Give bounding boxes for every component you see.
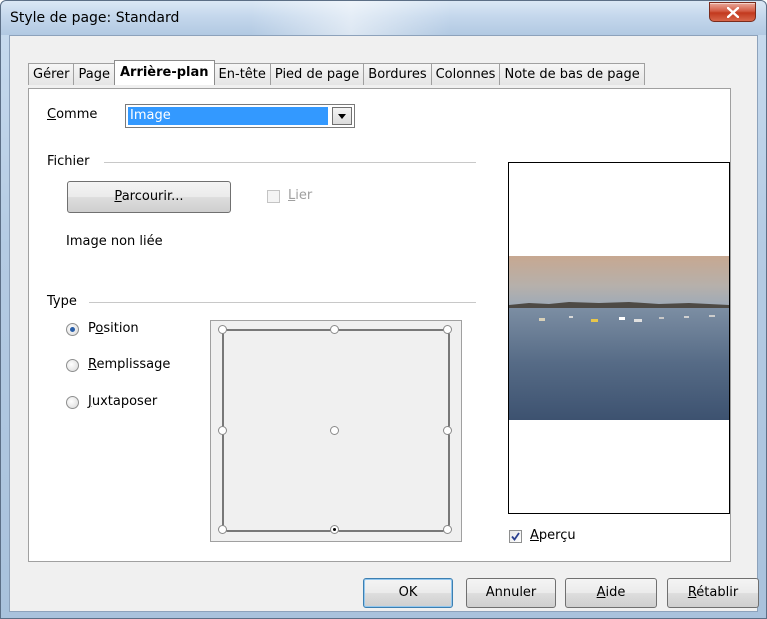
title-bar-shine (251, 1, 451, 35)
pos-top-right[interactable] (443, 325, 452, 334)
radio-fill-label: Remplissage (88, 357, 171, 372)
dropdown-arrow-icon (338, 113, 346, 119)
pos-middle-right[interactable] (443, 426, 452, 435)
radio-position-label: Position (88, 321, 139, 336)
position-selector[interactable] (210, 320, 462, 542)
browse-button[interactable]: Parcourir... (67, 181, 231, 213)
as-combobox[interactable]: Image (125, 104, 355, 128)
radio-tile-label: Juxtaposer (88, 394, 158, 409)
combobox-dropdown-button[interactable] (332, 107, 352, 125)
link-label: Lier (288, 188, 313, 203)
pos-bottom-right[interactable] (443, 525, 452, 534)
dialog-title: Style de page: Standard (10, 10, 180, 26)
radio-position-dot (70, 327, 75, 332)
preview-checkbox[interactable] (509, 530, 522, 543)
checkmark-icon (511, 532, 520, 541)
tab-colonnes[interactable]: Colonnes (430, 63, 501, 85)
reset-button[interactable]: Rétablir (667, 578, 759, 608)
type-group-title: Type (47, 294, 77, 309)
link-checkbox[interactable] (267, 190, 280, 203)
tab-gerer[interactable]: Gérer (28, 63, 75, 85)
pos-middle-center[interactable] (330, 426, 339, 435)
close-button[interactable] (709, 2, 756, 22)
as-combobox-value: Image (128, 107, 328, 125)
pos-bottom-left[interactable] (218, 525, 227, 534)
tab-en-tete[interactable]: En-tête (213, 63, 271, 85)
pos-bottom-center[interactable] (330, 525, 339, 534)
title-bar[interactable]: Style de page: Standard (1, 1, 766, 35)
tab-bordures[interactable]: Bordures (363, 63, 432, 85)
tab-note-de-bas-de-page[interactable]: Note de bas de page (499, 63, 645, 85)
tab-arriere-plan[interactable]: Arrière-plan (113, 60, 215, 85)
ok-button[interactable]: OK (363, 578, 453, 608)
landscape-preview-image (509, 256, 729, 420)
preview-checkbox-label: Aperçu (530, 528, 576, 543)
pos-bottom-center-dot (333, 528, 336, 531)
radio-fill[interactable] (66, 359, 79, 372)
file-group-title: Fichier (47, 154, 90, 169)
as-label: Comme (47, 107, 98, 122)
pos-middle-left[interactable] (218, 426, 227, 435)
close-icon (726, 6, 739, 18)
help-button[interactable]: Aide (565, 578, 657, 608)
radio-position[interactable] (66, 323, 79, 336)
type-group-divider (89, 302, 476, 303)
preview-frame (508, 162, 730, 514)
file-status-text: Image non liée (66, 234, 163, 249)
tab-page[interactable]: Page (73, 63, 115, 85)
pos-top-center[interactable] (330, 325, 339, 334)
tab-pied-de-page[interactable]: Pied de page (269, 63, 365, 85)
file-group-divider (104, 162, 476, 163)
tab-bar: Gérer Page Arrière-plan En-tête Pied de … (28, 60, 645, 85)
radio-tile[interactable] (66, 396, 79, 409)
pos-top-left[interactable] (218, 325, 227, 334)
cancel-button[interactable]: Annuler (466, 578, 556, 608)
